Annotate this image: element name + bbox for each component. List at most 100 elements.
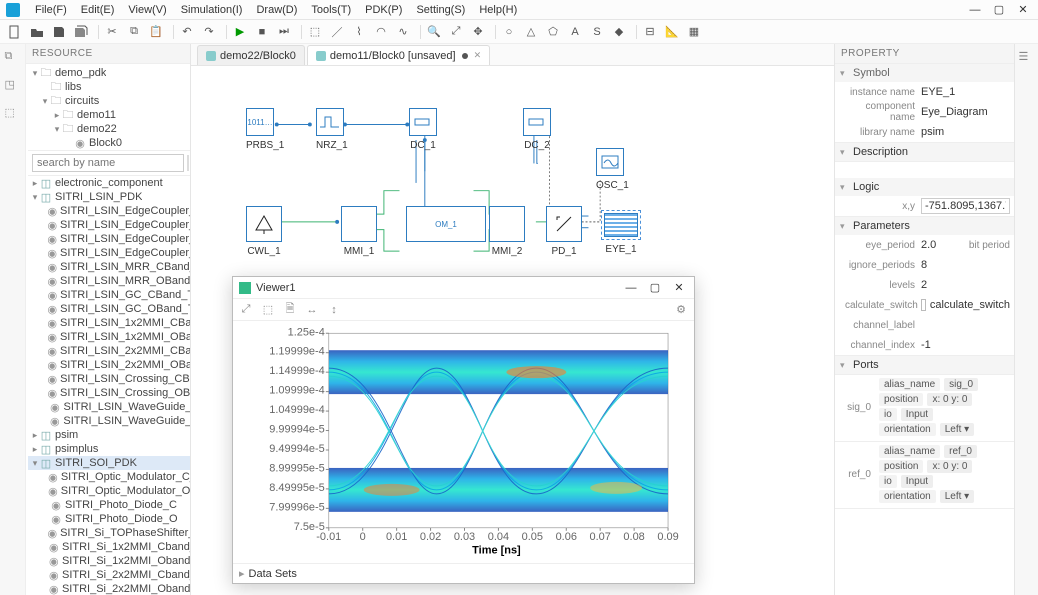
line-icon[interactable]: ／ — [328, 23, 346, 41]
open-icon[interactable] — [28, 23, 46, 41]
align-icon[interactable]: ⊟ — [641, 23, 659, 41]
block-nrz-1[interactable]: NRZ_1 — [316, 108, 348, 151]
tab-close-icon[interactable]: ✕ — [474, 50, 482, 61]
section-symbol[interactable]: ▾Symbol — [835, 64, 1014, 82]
block-eye-1[interactable]: EYE_1 — [601, 210, 641, 255]
viewer-window[interactable]: Viewer1 — ▢ ✕ ⤢ ⬚ 🗎 ↔ ↕ ⚙ 1.25e-41.19999… — [232, 276, 695, 584]
tree-item[interactable]: ◉ Block0 — [28, 136, 190, 150]
triangle-icon[interactable]: △ — [522, 23, 540, 41]
tree-item[interactable]: ▾ ◫ SITRI_LSIN_PDK — [28, 190, 190, 204]
viewer-titlebar[interactable]: Viewer1 — ▢ ✕ — [233, 277, 694, 299]
block-om-1[interactable]: OM_1 — [406, 206, 486, 242]
menu-file[interactable]: File(F) — [28, 4, 74, 16]
tree-item[interactable]: ◉ SITRI_LSIN_Crossing_CBand_TE_ — [28, 372, 190, 386]
tree-item[interactable]: ◉ SITRI_Si_1x2MMI_Cband_TE — [28, 540, 190, 554]
window-minimize-icon[interactable]: — — [966, 1, 984, 19]
block-mmi-1[interactable]: MMI_1 — [341, 206, 377, 257]
io-value[interactable]: Input — [901, 408, 933, 421]
arc-icon[interactable]: ◠ — [372, 23, 390, 41]
symbol-icon[interactable]: S — [588, 23, 606, 41]
block-osc-1[interactable]: OSC_1 — [596, 148, 629, 191]
save-all-icon[interactable] — [72, 23, 90, 41]
export-icon[interactable]: 🗎 — [283, 303, 297, 317]
save-icon[interactable] — [50, 23, 68, 41]
tree-twisty-icon[interactable]: ▾ — [52, 124, 62, 135]
viewer-footer[interactable]: ▸ Data Sets — [233, 563, 694, 583]
pan-icon[interactable]: ✥ — [469, 23, 487, 41]
xy-input[interactable] — [921, 198, 1010, 214]
tree-item[interactable]: ◉ SITRI_Si_1x2MMI_Oband_TE — [28, 554, 190, 568]
menu-view[interactable]: View(V) — [121, 4, 173, 16]
tree-item[interactable]: ◉ SITRI_Si_2x2MMI_Cband_TE — [28, 568, 190, 582]
tree-item[interactable]: ◉ SITRI_LSIN_EdgeCoupler_CBand_ — [28, 204, 190, 218]
tree-twisty-icon[interactable]: ▾ — [30, 458, 40, 469]
viewer-close-icon[interactable]: ✕ — [670, 279, 688, 297]
tree-item[interactable]: ◉ SITRI_LSIN_WaveGuide_O — [28, 414, 190, 428]
menu-help[interactable]: Help(H) — [472, 4, 524, 16]
plot-area[interactable]: 1.25e-41.19999e-41.14999e-41.09999e-41.0… — [233, 321, 694, 563]
tree-item[interactable]: ◉ SITRI_Si_2x2MMI_Oband_TE — [28, 582, 190, 595]
io-value[interactable]: Input — [901, 475, 933, 488]
tree-twisty-icon[interactable]: ▸ — [30, 444, 40, 455]
block-dc-1[interactable]: DC_1 — [409, 108, 437, 151]
tree-item[interactable]: ◉ SITRI_LSIN_EdgeCoupler_OBand_ — [28, 246, 190, 260]
redo-icon[interactable]: ↷ — [200, 23, 218, 41]
block-cwl-1[interactable]: CWL_1 — [246, 206, 282, 257]
polyline-icon[interactable]: ⌇ — [350, 23, 368, 41]
cut-icon[interactable]: ✂ — [103, 23, 121, 41]
chevron-right-icon[interactable]: ▸ — [239, 567, 245, 580]
section-ports[interactable]: ▾Ports — [835, 356, 1014, 374]
viewer-maximize-icon[interactable]: ▢ — [646, 279, 664, 297]
resource-tree[interactable]: ▾ 🗀 demo_pdk 🗀 libs▾ 🗀 circuits▸ 🗀 demo1… — [26, 64, 190, 595]
tree-twisty-icon[interactable]: ▾ — [30, 192, 40, 203]
orientation-value[interactable]: Left ▾ — [940, 423, 974, 436]
new-file-icon[interactable] — [6, 23, 24, 41]
zoom-icon[interactable]: 🔍 — [425, 23, 443, 41]
cursor-h-icon[interactable]: ↔ — [305, 303, 319, 317]
zoom-box-icon[interactable]: ⬚ — [261, 303, 275, 317]
tab-demo22-block0[interactable]: demo22/Block0 — [197, 45, 305, 65]
menu-simulation[interactable]: Simulation(I) — [174, 4, 250, 16]
tree-item[interactable]: ▾ 🗀 demo22 — [28, 122, 190, 136]
tree-item[interactable]: ◉ SITRI_LSIN_1x2MMI_CBand_TE_0 — [28, 316, 190, 330]
menu-setting[interactable]: Setting(S) — [409, 4, 472, 16]
viewer-minimize-icon[interactable]: — — [622, 279, 640, 297]
alias-name-value[interactable]: ref_0 — [944, 445, 977, 458]
cursor-v-icon[interactable]: ↕ — [327, 303, 341, 317]
property-rail-icon[interactable]: ☰ — [1019, 50, 1035, 66]
undo-icon[interactable]: ↶ — [178, 23, 196, 41]
library-rail-icon[interactable]: ◳ — [5, 78, 21, 94]
step-icon[interactable]: ⏭ — [275, 23, 293, 41]
text-icon[interactable]: A — [566, 23, 584, 41]
paste-icon[interactable]: 📋 — [147, 23, 165, 41]
tree-twisty-icon[interactable]: ▾ — [40, 96, 50, 107]
menu-tools[interactable]: Tools(T) — [304, 4, 358, 16]
tree-item[interactable]: ◉ SITRI_LSIN_2x2MMI_OBand_TE_0 — [28, 358, 190, 372]
tree-item[interactable]: ▸ ◫ psimplus — [28, 442, 190, 456]
param-value[interactable]: 2.0 — [921, 239, 965, 251]
resource-rail-icon[interactable]: ⧉ — [5, 50, 21, 66]
tree-item[interactable]: ◉ SITRI_LSIN_MRR_OBand_TE_1p0 — [28, 274, 190, 288]
tree-item[interactable]: ◉ SITRI_LSIN_EdgeCoupler_OBand_ — [28, 232, 190, 246]
block-prbs-1[interactable]: 1011… PRBS_1 — [246, 108, 284, 151]
section-description[interactable]: ▾Description — [835, 143, 1014, 161]
menu-draw[interactable]: Draw(D) — [249, 4, 304, 16]
layers-rail-icon[interactable]: ⬚ — [5, 106, 21, 122]
window-close-icon[interactable]: ✕ — [1014, 1, 1032, 19]
tree-item[interactable]: ◉ SITRI_LSIN_MRR_CBand_TE_1p0 — [28, 260, 190, 274]
select-icon[interactable]: ⬚ — [306, 23, 324, 41]
tree-item[interactable]: ◉ SITRI_LSIN_GC_OBand_TE_0p8_ — [28, 302, 190, 316]
tree-twisty-icon[interactable]: ▸ — [52, 110, 62, 121]
curve-icon[interactable]: ∿ — [394, 23, 412, 41]
zoom-fit-icon[interactable]: ⤢ — [239, 303, 253, 317]
stop-icon[interactable]: ■ — [253, 23, 271, 41]
tree-item[interactable]: ◉ SITRI_LSIN_1x2MMI_OBand_TE_0 — [28, 330, 190, 344]
block-dc-2[interactable]: DC_2 — [523, 108, 551, 151]
param-value[interactable]: -1 — [921, 339, 1010, 351]
tree-item[interactable]: ▾ 🗀 circuits — [28, 94, 190, 108]
grid-icon[interactable]: ▦ — [685, 23, 703, 41]
resource-search-input[interactable] — [32, 154, 184, 172]
tree-item[interactable]: ▾ ◫ SITRI_SOI_PDK — [28, 456, 190, 470]
run-icon[interactable]: ▶ — [231, 23, 249, 41]
orientation-value[interactable]: Left ▾ — [940, 490, 974, 503]
